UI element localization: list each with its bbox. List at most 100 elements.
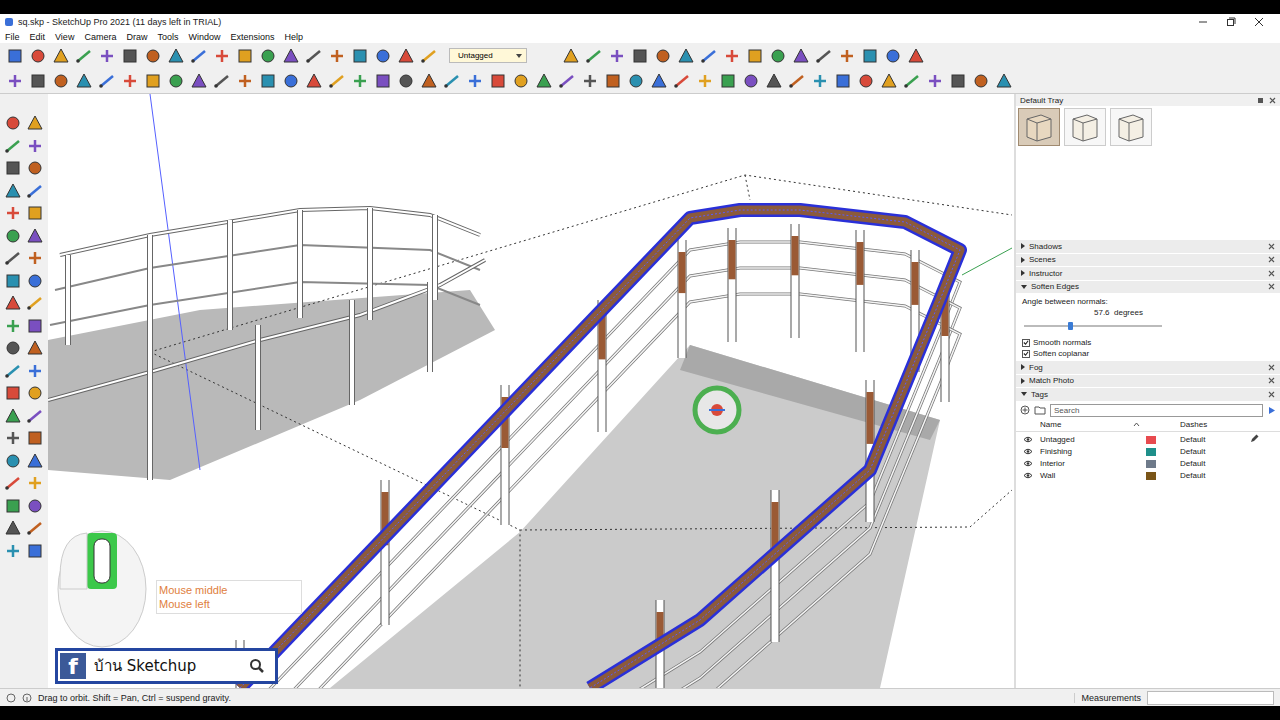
cam-c-icon[interactable] [581, 72, 599, 90]
warehouse-icon[interactable] [29, 72, 47, 90]
option-checkbox[interactable]: Soften coplanar [1022, 349, 1274, 358]
style-thumbnail[interactable] [1110, 108, 1152, 146]
previous-icon[interactable] [26, 452, 44, 470]
menu-item[interactable]: Extensions [230, 32, 274, 42]
cam-d-icon[interactable] [604, 72, 622, 90]
section-icon[interactable] [26, 497, 44, 515]
save-icon[interactable] [52, 47, 70, 65]
paint-icon[interactable] [4, 137, 22, 155]
style-thumbnail[interactable] [1018, 108, 1060, 146]
erase-icon[interactable] [144, 47, 162, 65]
redo-icon[interactable] [190, 47, 208, 65]
panel-header[interactable]: Shadows [1016, 240, 1280, 254]
text-label-icon[interactable] [512, 72, 530, 90]
grid-icon[interactable] [466, 72, 484, 90]
tag-row[interactable]: Interior Default [1016, 458, 1280, 470]
pivot-icon[interactable] [397, 72, 415, 90]
view-c-icon[interactable] [788, 72, 806, 90]
cam-g-icon[interactable] [673, 72, 691, 90]
panel-header[interactable]: Soften Edges [1016, 281, 1280, 295]
view-b-icon[interactable] [765, 72, 783, 90]
text-icon[interactable] [236, 72, 254, 90]
add-tag-icon[interactable] [1020, 405, 1030, 415]
checkbox-box[interactable] [1022, 339, 1030, 347]
restore-icon[interactable] [1226, 17, 1236, 27]
cam-f-icon[interactable] [650, 72, 668, 90]
panel-close-icon[interactable] [1268, 391, 1275, 398]
list-a-icon[interactable] [903, 72, 921, 90]
panel-header[interactable]: Scenes [1016, 254, 1280, 268]
sandbox-a-icon[interactable] [4, 519, 22, 537]
sandbox-c-icon[interactable] [4, 542, 22, 560]
panel-header[interactable]: Fog [1016, 361, 1280, 375]
sandbox-b-icon[interactable] [26, 519, 44, 537]
panel-close-icon[interactable] [1268, 377, 1275, 384]
panel-close-icon[interactable] [1268, 364, 1275, 371]
paint-icon[interactable] [121, 72, 139, 90]
info-icon[interactable] [22, 693, 32, 703]
eraser-icon[interactable] [144, 72, 162, 90]
axes-icon[interactable] [26, 362, 44, 380]
house-icon[interactable] [811, 72, 829, 90]
line-icon[interactable] [4, 159, 22, 177]
minimize-icon[interactable] [1198, 17, 1208, 27]
pie-icon[interactable] [26, 249, 44, 267]
look-around-icon[interactable] [26, 474, 44, 492]
component-b-icon[interactable] [792, 47, 810, 65]
box-e-icon[interactable] [654, 47, 672, 65]
menu-item[interactable]: File [5, 32, 20, 42]
rotated-rect-icon[interactable] [26, 182, 44, 200]
rotate-icon[interactable] [4, 294, 22, 312]
open-icon[interactable] [29, 47, 47, 65]
panel-header[interactable]: Tags [1016, 388, 1280, 402]
menu-item[interactable]: Help [284, 32, 303, 42]
option-checkbox[interactable]: Smooth normals [1022, 338, 1274, 347]
print-icon[interactable] [213, 47, 231, 65]
menu-item[interactable]: Camera [84, 32, 116, 42]
panel-close-icon[interactable] [1268, 243, 1275, 250]
box-a-icon[interactable] [562, 47, 580, 65]
tag-row[interactable]: Untagged Default [1016, 434, 1280, 446]
solid-c-icon[interactable] [995, 72, 1013, 90]
solid-a-icon[interactable] [949, 72, 967, 90]
new-icon[interactable] [6, 47, 24, 65]
eye-icon[interactable] [1023, 448, 1033, 455]
geo-icon[interactable] [6, 693, 16, 703]
pan-icon[interactable] [26, 407, 44, 425]
dims-icon[interactable] [190, 72, 208, 90]
line-c-icon[interactable] [420, 47, 438, 65]
cam-e-icon[interactable] [627, 72, 645, 90]
section-a-icon[interactable] [723, 47, 741, 65]
arc-3pt-icon[interactable] [4, 249, 22, 267]
eye-icon[interactable] [1023, 436, 1033, 443]
chain-icon[interactable] [443, 72, 461, 90]
eraser-icon[interactable] [26, 137, 44, 155]
polygon-icon[interactable] [26, 204, 44, 222]
push-icon[interactable] [282, 72, 300, 90]
tree-icon[interactable] [857, 72, 875, 90]
tag-row[interactable]: Finishing Default [1016, 446, 1280, 458]
rectangle-icon[interactable] [4, 182, 22, 200]
arc-2pt-icon[interactable] [26, 227, 44, 245]
erase-b-icon[interactable] [420, 72, 438, 90]
cam-b-icon[interactable] [558, 72, 576, 90]
slider-thumb[interactable] [1068, 322, 1073, 330]
menu-item[interactable]: Window [188, 32, 220, 42]
pin-icon[interactable] [1257, 97, 1264, 104]
ruby-icon[interactable] [815, 47, 833, 65]
panel-close-icon[interactable] [1268, 270, 1275, 277]
tape-icon[interactable] [167, 72, 185, 90]
eye-icon[interactable] [1023, 460, 1033, 467]
orbit-icon[interactable] [4, 407, 22, 425]
close-icon[interactable] [1254, 17, 1264, 27]
menu-item[interactable]: View [55, 32, 74, 42]
component-a-icon[interactable] [769, 47, 787, 65]
paste-icon[interactable] [121, 47, 139, 65]
rotate-icon[interactable] [374, 72, 392, 90]
select-a-icon[interactable] [696, 72, 714, 90]
layers-b-icon[interactable] [884, 47, 902, 65]
tags-search[interactable]: Search [1050, 404, 1263, 417]
menu-item[interactable]: Edit [30, 32, 46, 42]
eye-icon[interactable] [1023, 472, 1033, 479]
extension-icon[interactable] [52, 72, 70, 90]
